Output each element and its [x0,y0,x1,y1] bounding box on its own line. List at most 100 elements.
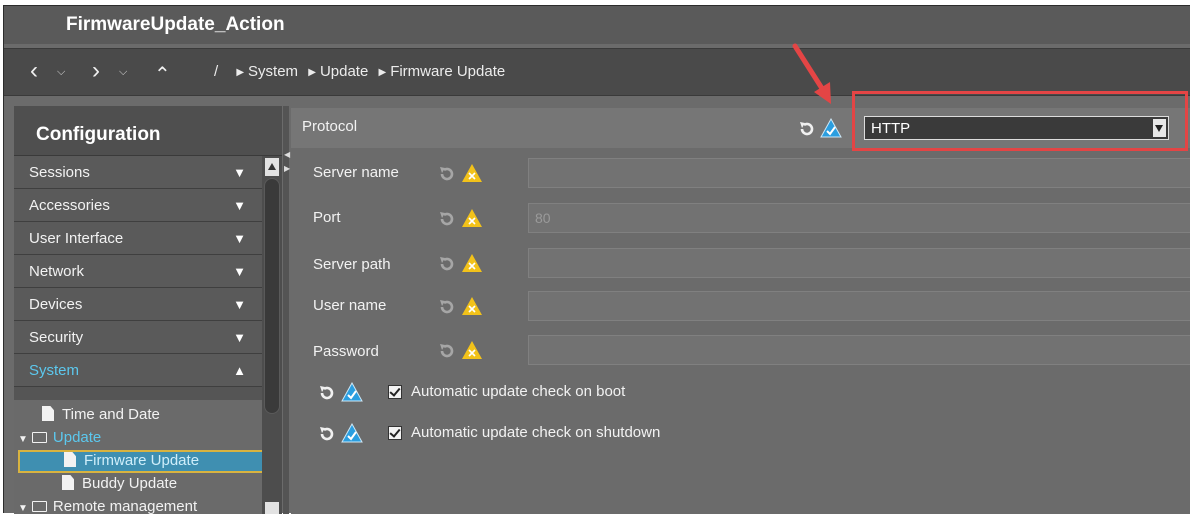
expand-arrow-icon[interactable]: ▼ [233,231,246,246]
configuration-header: Configuration [14,106,282,156]
expanded-arrow-icon[interactable]: ▼ [18,434,28,445]
tree-item-label: Buddy Update [82,475,178,492]
collapse-arrow-icon[interactable]: ▲ [233,363,246,378]
sidebar-scrollbar[interactable] [262,156,282,514]
protocol-label: Protocol [302,118,358,135]
sidebar-item-sessions[interactable]: Sessions ▼ [14,156,262,189]
reset-icon[interactable] [318,425,336,443]
expanded-arrow-icon[interactable]: ▼ [18,503,28,514]
folder-icon [31,501,47,512]
tree-item-label: Update [52,429,102,446]
scroll-thumb[interactable] [264,178,280,414]
reset-icon[interactable] [318,384,336,402]
tree-item-label: Firmware Update [84,452,200,469]
tree-item-label: Time and Date [62,406,160,423]
sidebar-item-devices[interactable]: Devices ▼ [14,288,262,321]
port-label: Port [313,209,341,226]
expand-arrow-icon[interactable]: ▼ [233,330,246,345]
password-field[interactable] [528,335,1190,365]
folder-icon [31,432,47,443]
annotation-arrow [792,43,831,104]
document-icon [62,475,74,490]
expand-arrow-icon[interactable]: ▼ [233,165,246,180]
back-history-caret-icon[interactable]: ⌵ [57,66,65,79]
breadcrumb-item-update[interactable]: Update [320,63,368,80]
tree-item-label: Remote management [52,498,198,514]
sidebar-item-label: System [29,362,80,379]
shutdown-check-label[interactable]: Automatic update check on shutdown [411,424,660,441]
shutdown-check-checkbox[interactable] [388,426,402,440]
document-icon [64,452,76,467]
warning-icon [462,297,482,315]
warning-icon [462,209,482,227]
sidebar-item-system[interactable]: System ▲ [14,354,262,387]
server-path-label: Server path [313,256,391,273]
expand-arrow-icon[interactable]: ▼ [233,297,246,312]
document-icon [42,406,54,421]
configuration-panel: Configuration Sessions ▼ Accessories ▼ Use… [14,106,282,514]
sidebar-item-label: Security [29,329,84,346]
sidebar-item-network[interactable]: Network ▼ [14,255,262,288]
sidebar-item-label: Sessions [29,164,90,181]
valid-icon [341,423,363,443]
expand-arrow-icon[interactable]: ▼ [233,264,246,279]
reset-icon [440,257,454,271]
sidebar-item-user-interface[interactable]: User Interface ▼ [14,222,262,255]
sidebar-item-label: Accessories [29,197,110,214]
reset-icon [440,300,454,314]
warning-icon [462,341,482,359]
tree-item-time-and-date[interactable]: Time and Date [42,406,160,423]
collapse-arrow-icon[interactable]: ◀ [284,150,290,159]
breadcrumb-arrow-icon: ▶ [378,67,387,78]
system-tree: Time and Date ▼ Update Firmware Update Bu… [14,400,264,514]
sidebar-item-accessories[interactable]: Accessories ▼ [14,189,262,222]
tree-item-firmware-update[interactable]: Firmware Update [18,450,264,473]
navigation-bar: ‹ ⌵ › ⌵ ⌃ / ▶ System ▶ Update ▶ Firmware Up… [4,48,1190,96]
sidebar-item-security[interactable]: Security ▼ [14,321,262,354]
tree-item-buddy-update[interactable]: Buddy Update [62,475,177,492]
window-title: FirmwareUpdate_Action [66,14,285,35]
port-field[interactable]: 80 [528,203,1190,233]
firmware-update-settings: Protocol HTTP Server name Port 80 Server… [291,106,1190,514]
valid-icon [341,382,363,402]
annotation-highlight-box [852,91,1188,151]
valid-icon [820,118,842,138]
app-window: FirmwareUpdate_Action ‹ ⌵ › ⌵ ⌃ / ▶ Syste… [3,5,1190,514]
expand-arrow-icon[interactable]: ▶ [284,164,290,173]
warning-icon [462,164,482,182]
reset-icon [440,212,454,226]
breadcrumb: / ▶ System ▶ Update ▶ Firmware Update [214,63,505,80]
breadcrumb-item-firmware-update[interactable]: Firmware Update [390,63,505,80]
breadcrumb-root[interactable]: / [214,63,218,80]
forward-history-caret-icon[interactable]: ⌵ [119,66,127,79]
warning-icon [462,254,482,272]
configuration-menu: Sessions ▼ Accessories ▼ User Interface ▼ N… [14,156,262,387]
user-name-field[interactable] [528,291,1190,321]
breadcrumb-item-system[interactable]: System [248,63,298,80]
scroll-down-button[interactable] [265,502,279,514]
tree-item-remote-management[interactable]: ▼ Remote management [18,498,197,514]
server-path-field[interactable] [528,248,1190,278]
back-icon[interactable]: ‹ [30,59,38,83]
scroll-up-button[interactable] [265,158,279,176]
up-icon[interactable]: ⌃ [154,63,171,87]
server-name-field[interactable] [528,158,1190,188]
port-value: 80 [535,210,551,226]
boot-check-checkbox[interactable] [388,385,402,399]
server-name-label: Server name [313,164,399,181]
reset-icon[interactable] [798,120,816,138]
expand-arrow-icon[interactable]: ▼ [233,198,246,213]
reset-icon [440,167,454,181]
breadcrumb-arrow-icon: ▶ [236,67,245,78]
panel-splitter[interactable]: ◀ ▶ [283,106,290,514]
sidebar-item-label: User Interface [29,230,124,247]
title-bar: FirmwareUpdate_Action [4,6,1190,44]
configuration-title: Configuration [36,124,161,145]
breadcrumb-arrow-icon: ▶ [308,67,316,78]
sidebar-item-label: Devices [29,296,83,313]
boot-check-label[interactable]: Automatic update check on boot [411,383,625,400]
sidebar-item-label: Network [29,263,85,280]
tree-item-update[interactable]: ▼ Update [18,429,101,446]
forward-icon[interactable]: › [92,59,100,83]
reset-icon [440,344,454,358]
